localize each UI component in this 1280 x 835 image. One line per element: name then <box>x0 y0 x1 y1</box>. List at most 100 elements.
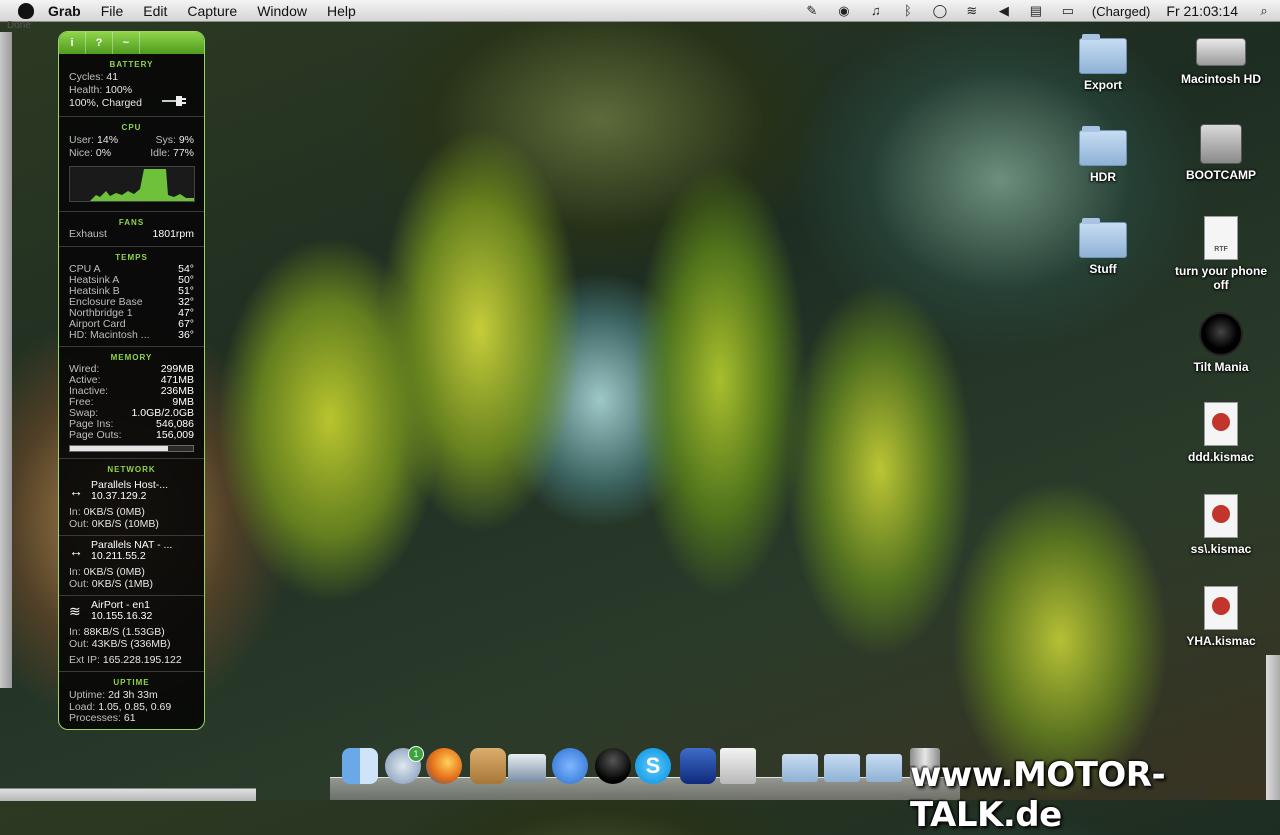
menu-file[interactable]: File <box>101 3 124 19</box>
in-label: In: <box>69 566 81 578</box>
dock-preview-icon[interactable] <box>508 754 546 782</box>
cpu-idle-value: 77% <box>172 147 194 159</box>
fans-title: FANS <box>118 218 145 227</box>
network-section-2: ↔ Parallels NAT - ... 10.211.55.2 In: 0KB… <box>59 536 204 596</box>
network-section-3: ≋ AirPort - en1 10.155.16.32 In: 88KB/S (… <box>59 596 204 672</box>
menu-clock[interactable]: Fr 21:03:14 <box>1166 3 1238 19</box>
folder-icon <box>1079 34 1127 74</box>
interface-stats: In: 0KB/S (0MB) Out: 0KB/S (1MB) <box>69 562 194 595</box>
battery-title: BATTERY <box>109 60 154 69</box>
dock-documents-icon[interactable] <box>866 754 902 782</box>
fans-section: FANS Exhaust 1801rpm <box>59 212 204 247</box>
ext-ip-label: Ext IP: <box>69 654 100 666</box>
in-value: 88KB/S (1.53GB) <box>83 626 165 638</box>
processes-value: 61 <box>123 712 136 724</box>
volume-icon[interactable]: ◀ <box>996 3 1012 19</box>
background-window-edge[interactable] <box>0 32 12 688</box>
kismac-document-icon <box>1204 586 1238 630</box>
dock-address-book-icon[interactable] <box>470 748 506 784</box>
menu-help[interactable]: Help <box>327 3 356 19</box>
interface-stats: In: 0KB/S (0MB) Out: 0KB/S (10MB) <box>69 502 194 535</box>
headphones-icon[interactable]: ♫ <box>868 3 884 19</box>
chat-status-icon[interactable]: ◯ <box>932 3 948 19</box>
dock-finder-icon[interactable] <box>342 748 378 784</box>
cpu-user-value: 14% <box>97 134 119 146</box>
dock-folder-icon[interactable] <box>782 754 818 782</box>
uptime-value: 2d 3h 33m <box>108 689 158 701</box>
memory-value: 156,009 <box>156 429 194 441</box>
dock-skype-icon[interactable]: S <box>635 748 671 784</box>
ext-ip-value: 165.228.195.122 <box>102 654 182 666</box>
globe-icon[interactable]: ◉ <box>836 3 852 19</box>
health-value: 100% <box>105 84 133 96</box>
wifi-icon[interactable]: ≋ <box>964 3 980 19</box>
desktop-icon-label: ddd.kismac <box>1187 450 1255 464</box>
info-tab-icon[interactable]: i <box>59 32 86 54</box>
dock-adium-icon[interactable] <box>595 748 631 784</box>
watermark: www.MOTOR-TALK.de <box>910 755 1166 835</box>
us-flag-icon[interactable]: ▤ <box>1028 3 1044 19</box>
desktop-drive-macintosh-hd[interactable]: Macintosh HD <box>1173 30 1269 86</box>
desktop-file-ss-kismac[interactable]: ss\.kismac <box>1173 494 1269 556</box>
pulse-tab-icon[interactable]: ~ <box>113 32 140 54</box>
temps-title: TEMPS <box>115 253 148 262</box>
bluetooth-icon[interactable]: ᛒ <box>900 3 916 19</box>
done-label: Done <box>7 20 31 31</box>
wifi-icon: ≋ <box>69 603 81 619</box>
desktop-file-ddd-kismac[interactable]: ddd.kismac <box>1173 402 1269 464</box>
desktop-drive-bootcamp[interactable]: BOOTCAMP <box>1173 124 1269 182</box>
desktop-folder-export[interactable]: Export <box>1055 34 1151 92</box>
cpu-idle-label: Idle: <box>150 147 171 159</box>
dock-firefox-icon[interactable] <box>426 748 462 784</box>
processes-label: Processes: <box>69 712 121 724</box>
battery-status-text[interactable]: (Charged) <box>1092 4 1151 19</box>
desktop-icon-label: Export <box>1083 78 1122 92</box>
network-interface: ↔ Parallels Host-... 10.37.129.2 <box>69 476 194 502</box>
menu-edit[interactable]: Edit <box>143 3 167 19</box>
kismac-document-icon <box>1204 494 1238 538</box>
cpu-section: CPU User: 14% Sys: 9% Nice: 0% Idle: 77% <box>59 117 204 212</box>
in-value: 0KB/S (0MB) <box>83 506 145 518</box>
dock-downloads-icon[interactable] <box>824 754 860 782</box>
cpu-sys-value: 9% <box>178 134 194 146</box>
desktop-app-tilt-mania[interactable]: Tilt Mania <box>1173 312 1269 374</box>
script-icon[interactable]: ✎ <box>804 3 820 19</box>
desktop-icon-label: ss\.kismac <box>1190 542 1252 556</box>
in-label: In: <box>69 626 81 638</box>
help-tab-icon[interactable]: ? <box>86 32 113 54</box>
desktop-folder-hdr[interactable]: HDR <box>1055 126 1151 184</box>
kismac-document-icon <box>1204 402 1238 446</box>
desktop-icon-label: Stuff <box>1089 262 1117 276</box>
spotlight-search-icon[interactable]: ⌕ <box>1256 3 1272 19</box>
battery-section: BATTERY Cycles: 41 Health: 100% 100%, Ch… <box>59 54 204 117</box>
network-interface: ≋ AirPort - en1 10.155.16.32 <box>69 596 194 622</box>
folder-icon <box>1079 126 1127 166</box>
folder-icon <box>1079 218 1127 258</box>
desktop-icon-label: HDR <box>1090 170 1116 184</box>
dock-grab-icon[interactable] <box>720 748 756 784</box>
menu-capture[interactable]: Capture <box>187 3 237 19</box>
network-interface: ↔ Parallels NAT - ... 10.211.55.2 <box>69 536 194 562</box>
menu-window[interactable]: Window <box>257 3 307 19</box>
internal-disk-icon <box>1200 124 1242 164</box>
battery-menu-icon[interactable]: ▭ <box>1060 3 1076 19</box>
background-window-bottom[interactable] <box>0 788 256 801</box>
temp-value: 36° <box>178 329 194 341</box>
desktop-file-yha-kismac[interactable]: YHA.kismac <box>1173 586 1269 648</box>
desktop-icon-label: turn your phone off <box>1175 264 1267 292</box>
desktop-icon-label: YHA.kismac <box>1186 634 1256 648</box>
desktop-icon-label: BOOTCAMP <box>1186 168 1256 182</box>
cpu-user-label: User: <box>69 134 95 146</box>
dock-app-icon[interactable] <box>680 748 716 784</box>
uptime-label: Uptime: <box>69 689 106 701</box>
out-label: Out: <box>69 518 89 530</box>
desktop-file-rtf[interactable]: RTF turn your phone off <box>1173 216 1269 292</box>
rtf-document-icon: RTF <box>1204 216 1238 260</box>
menu-app-grab[interactable]: Grab <box>48 3 81 19</box>
desktop-folder-stuff[interactable]: Stuff <box>1055 218 1151 276</box>
out-value: 43KB/S (336MB) <box>91 638 171 650</box>
apple-menu-icon[interactable] <box>18 2 34 19</box>
dock-ichat-icon[interactable] <box>552 748 588 784</box>
rtf-tag: RTF <box>1214 246 1228 253</box>
interface-ip: 10.155.16.32 <box>91 610 153 622</box>
